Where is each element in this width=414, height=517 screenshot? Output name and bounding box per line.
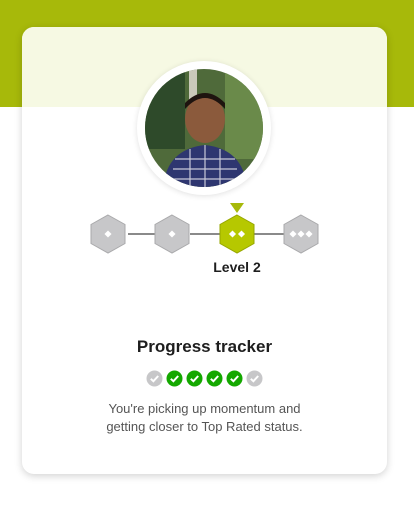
avatar-frame bbox=[137, 61, 271, 195]
avatar bbox=[145, 69, 263, 187]
check-circle-icon bbox=[146, 370, 163, 387]
progress-description: You're picking up momentum and getting c… bbox=[62, 400, 347, 436]
progress-checks bbox=[146, 370, 266, 388]
current-level-label: Level 2 bbox=[213, 259, 261, 275]
level-4-badge bbox=[282, 214, 320, 254]
check-circle-icon bbox=[226, 370, 243, 387]
check-circle-icon bbox=[206, 370, 223, 387]
current-level-pointer bbox=[230, 200, 244, 213]
progress-card: Level 2 Progress tracker You're picking … bbox=[22, 27, 387, 474]
level-1-badge bbox=[89, 214, 127, 254]
progress-title: Progress tracker bbox=[136, 337, 273, 356]
check-circle-icon bbox=[166, 370, 183, 387]
level-2-badge bbox=[153, 214, 191, 254]
check-circle-icon bbox=[246, 370, 263, 387]
level-3-badge-current bbox=[218, 214, 256, 254]
description-line: You're picking up momentum and bbox=[108, 401, 301, 416]
check-circle-icon bbox=[186, 370, 203, 387]
level-track: Level 2 bbox=[22, 187, 387, 277]
description-line: getting closer to Top Rated status. bbox=[106, 419, 303, 434]
